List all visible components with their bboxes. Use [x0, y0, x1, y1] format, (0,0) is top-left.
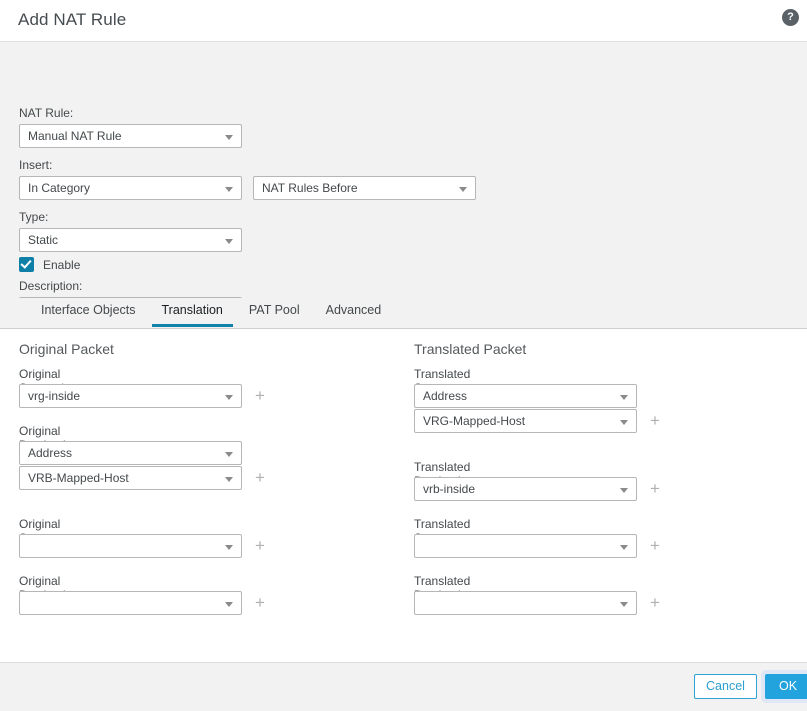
nat-rule-label: NAT Rule:	[19, 106, 74, 120]
add-original-destination-icon[interactable]: +	[253, 466, 267, 490]
add-nat-rule-dialog: Add NAT Rule ? NAT Rule: Manual NAT Rule…	[0, 0, 807, 711]
type-label: Type:	[19, 210, 49, 224]
tab-interface-objects[interactable]: Interface Objects	[28, 298, 149, 326]
page-title: Add NAT Rule	[18, 10, 127, 29]
checkmark-icon	[19, 257, 34, 272]
translated-destination-port-select[interactable]	[414, 591, 637, 615]
add-translated-source-icon[interactable]: +	[648, 409, 662, 433]
add-translated-destination-port-icon[interactable]: +	[648, 591, 662, 615]
insert-select[interactable]: In Category	[19, 176, 242, 200]
type-select-value: Static	[28, 233, 59, 247]
chevron-down-icon	[225, 452, 233, 457]
translated-source-object-value: VRG-Mapped-Host	[423, 414, 526, 428]
chevron-down-icon	[620, 488, 628, 493]
chevron-down-icon	[620, 602, 628, 607]
translated-source-port-select[interactable]	[414, 534, 637, 558]
nat-rule-select-value: Manual NAT Rule	[28, 129, 122, 143]
description-label: Description:	[19, 279, 83, 293]
help-question-icon[interactable]: ?	[782, 9, 799, 26]
add-translated-source-port-icon[interactable]: +	[648, 534, 662, 558]
add-original-source-port-icon[interactable]: +	[253, 534, 267, 558]
chevron-down-icon	[225, 239, 233, 244]
translation-panel: Original Packet Translated Packet Origin…	[0, 329, 807, 662]
insert-label: Insert:	[19, 158, 53, 172]
translated-destination-select[interactable]: vrb-inside	[414, 477, 637, 501]
original-destination-object-value: VRB-Mapped-Host	[28, 471, 129, 485]
chevron-down-icon	[225, 477, 233, 482]
insert-select-value: In Category	[28, 181, 91, 195]
insert-position-select-value: NAT Rules Before	[262, 181, 358, 195]
chevron-down-icon	[459, 187, 467, 192]
nat-rule-select[interactable]: Manual NAT Rule	[19, 124, 242, 148]
chevron-down-icon	[225, 602, 233, 607]
original-packet-title: Original Packet	[19, 341, 114, 357]
add-translated-destination-icon[interactable]: +	[648, 477, 662, 501]
dialog-header: Add NAT Rule ?	[0, 0, 807, 42]
original-source-select[interactable]: vrg-inside	[19, 384, 242, 408]
enable-checkbox-label: Enable	[43, 257, 81, 272]
rule-settings-form: NAT Rule: Manual NAT Rule Insert: In Cat…	[0, 42, 807, 329]
chevron-down-icon	[225, 187, 233, 192]
translated-source-type-value: Address	[423, 389, 468, 403]
dialog-footer: Cancel OK	[0, 662, 807, 711]
type-select[interactable]: Static	[19, 228, 242, 252]
translated-packet-title: Translated Packet	[414, 341, 527, 357]
ok-button[interactable]: OK	[765, 674, 807, 699]
original-source-value: vrg-inside	[28, 389, 81, 403]
original-source-port-select[interactable]	[19, 534, 242, 558]
enable-checkbox[interactable]: Enable	[19, 257, 80, 272]
insert-position-select[interactable]: NAT Rules Before	[253, 176, 476, 200]
chevron-down-icon	[225, 395, 233, 400]
tab-advanced[interactable]: Advanced	[313, 298, 395, 326]
chevron-down-icon	[620, 420, 628, 425]
original-destination-type-select[interactable]: Address	[19, 441, 242, 465]
add-original-destination-port-icon[interactable]: +	[253, 591, 267, 615]
original-destination-port-select[interactable]	[19, 591, 242, 615]
tab-pat-pool[interactable]: PAT Pool	[236, 298, 313, 326]
original-destination-type-value: Address	[28, 446, 73, 460]
add-original-source-icon[interactable]: +	[253, 384, 267, 408]
chevron-down-icon	[620, 395, 628, 400]
tab-bar: Interface Objects Translation PAT Pool A…	[0, 298, 807, 329]
chevron-down-icon	[225, 545, 233, 550]
translated-destination-value: vrb-inside	[423, 482, 476, 496]
translated-source-object-select[interactable]: VRG-Mapped-Host	[414, 409, 637, 433]
translated-source-type-select[interactable]: Address	[414, 384, 637, 408]
cancel-button[interactable]: Cancel	[694, 674, 757, 699]
chevron-down-icon	[225, 135, 233, 140]
tab-translation[interactable]: Translation	[149, 298, 236, 327]
original-destination-object-select[interactable]: VRB-Mapped-Host	[19, 466, 242, 490]
chevron-down-icon	[620, 545, 628, 550]
